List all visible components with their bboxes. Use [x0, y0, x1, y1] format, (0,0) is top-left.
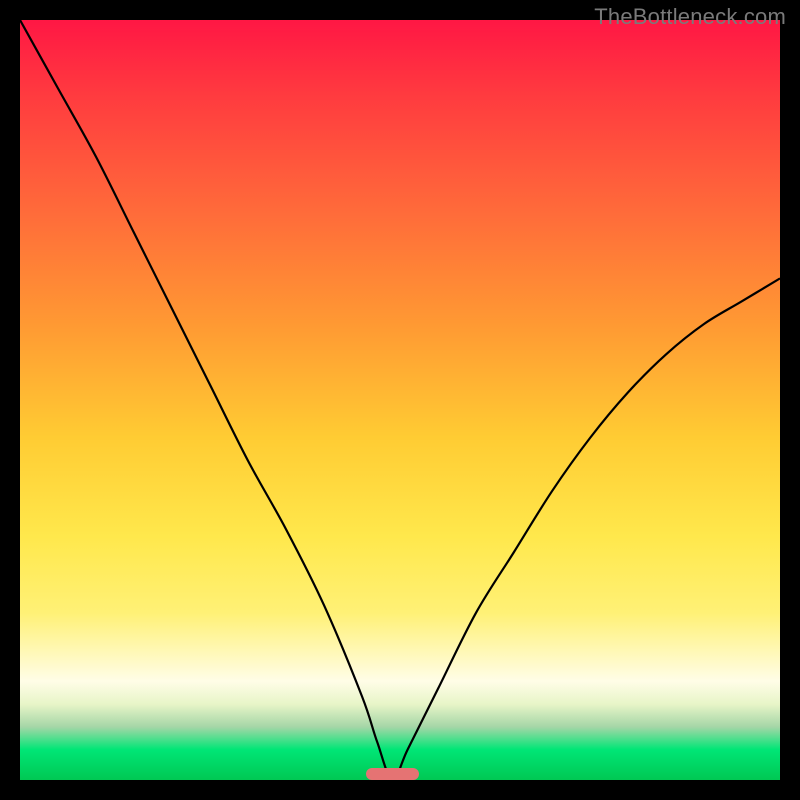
optimum-marker — [366, 768, 419, 780]
watermark-text: TheBottleneck.com — [594, 4, 786, 30]
curve-path — [20, 20, 780, 780]
bottleneck-curve — [20, 20, 780, 780]
plot-area — [20, 20, 780, 780]
chart-container: TheBottleneck.com — [0, 0, 800, 800]
